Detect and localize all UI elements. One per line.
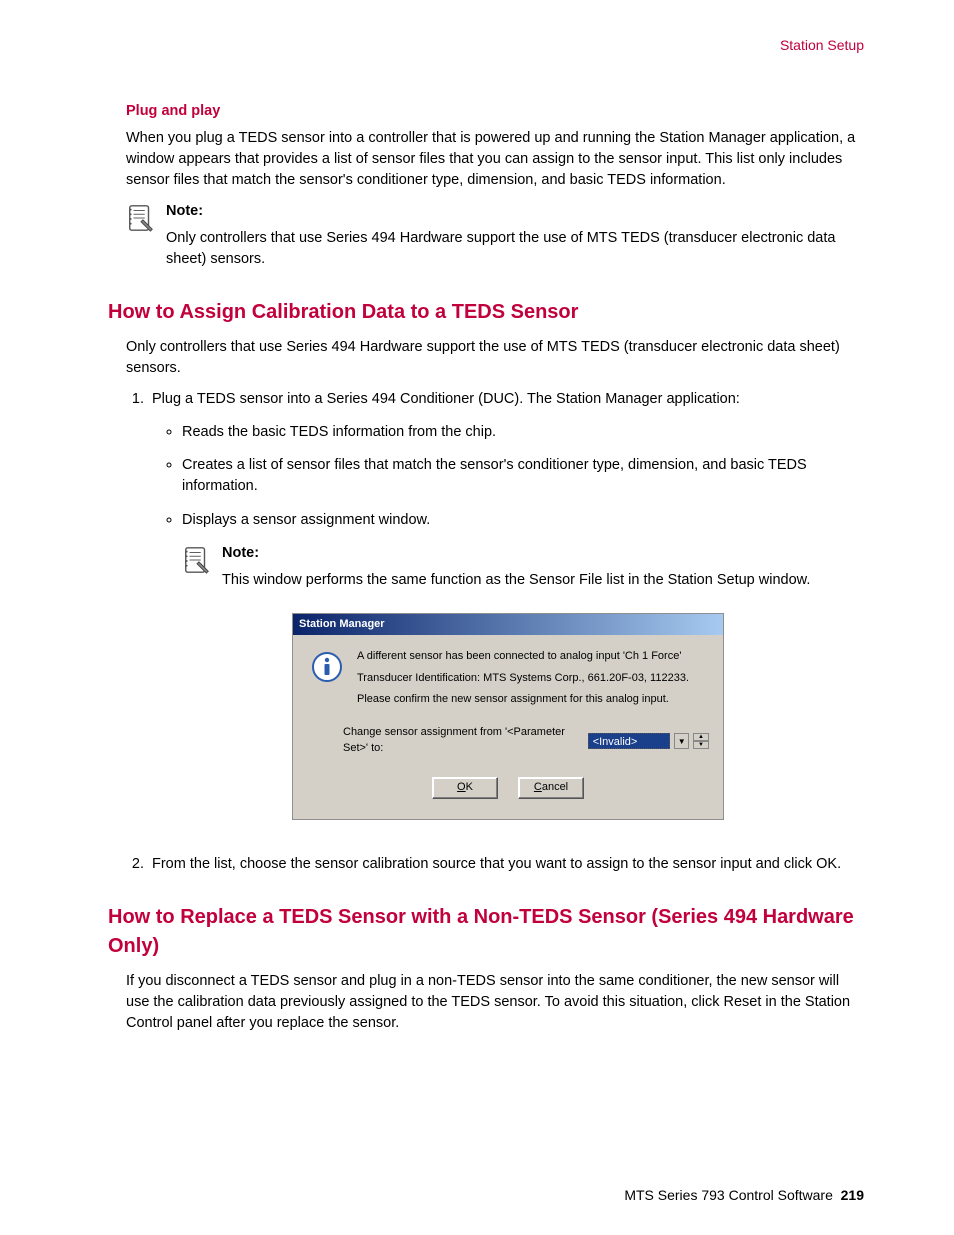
bullet-3: Displays a sensor assignment window. bbox=[182, 510, 864, 531]
note-text: This window performs the same function a… bbox=[222, 570, 864, 591]
dialog-title: Station Manager bbox=[293, 614, 723, 636]
replace-heading: How to Replace a TEDS Sensor with a Non-… bbox=[108, 903, 864, 961]
plug-and-play-text: When you plug a TEDS sensor into a contr… bbox=[126, 128, 864, 191]
step-2: From the list, choose the sensor calibra… bbox=[148, 854, 864, 875]
change-label: Change sensor assignment from '<Paramete… bbox=[343, 725, 584, 757]
step-1: Plug a TEDS sensor into a Series 494 Con… bbox=[148, 389, 864, 820]
cancel-button[interactable]: Cancel bbox=[518, 777, 584, 799]
footer-doc-title: MTS Series 793 Control Software bbox=[624, 1187, 833, 1203]
note-icon bbox=[126, 203, 156, 233]
note-label: Note: bbox=[166, 201, 864, 222]
spin-down-button[interactable]: ▼ bbox=[693, 741, 709, 749]
dialog-msg-3: Please confirm the new sensor assignment… bbox=[357, 692, 711, 706]
note-text: Only controllers that use Series 494 Har… bbox=[166, 228, 864, 270]
page-number: 219 bbox=[841, 1187, 864, 1203]
assign-heading: How to Assign Calibration Data to a TEDS… bbox=[108, 298, 864, 327]
ok-button[interactable]: OK bbox=[432, 777, 498, 799]
spin-up-button[interactable]: ▲ bbox=[693, 733, 709, 741]
page-header: Station Setup bbox=[108, 35, 864, 55]
info-icon bbox=[311, 651, 343, 683]
assign-intro: Only controllers that use Series 494 Har… bbox=[126, 337, 864, 379]
step-1-text: Plug a TEDS sensor into a Series 494 Con… bbox=[152, 391, 740, 407]
bullet-1: Reads the basic TEDS information from th… bbox=[182, 422, 864, 443]
sensor-combo[interactable]: <Invalid> bbox=[588, 733, 671, 749]
note-label: Note: bbox=[222, 543, 864, 564]
bullet-2: Creates a list of sensor files that matc… bbox=[182, 455, 864, 497]
note-icon bbox=[182, 545, 212, 575]
replace-text: If you disconnect a TEDS sensor and plug… bbox=[126, 971, 864, 1034]
station-manager-dialog: Station Manager A different sensor has b… bbox=[292, 613, 724, 821]
dialog-msg-2: Transducer Identification: MTS Systems C… bbox=[357, 671, 711, 685]
dialog-msg-1: A different sensor has been connected to… bbox=[357, 649, 711, 663]
page-footer: MTS Series 793 Control Software 219 bbox=[624, 1185, 864, 1205]
plug-and-play-heading: Plug and play bbox=[126, 101, 864, 122]
combo-dropdown-button[interactable]: ▼ bbox=[674, 733, 689, 749]
